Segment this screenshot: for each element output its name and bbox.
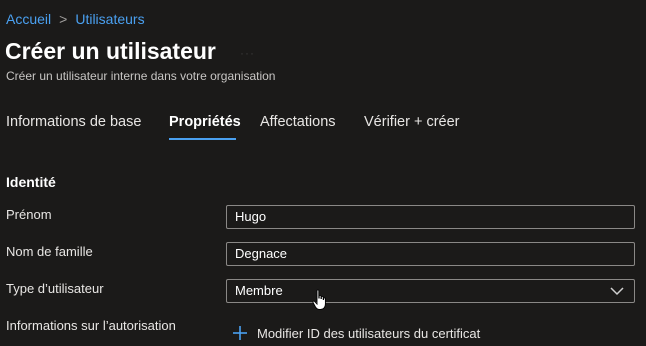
breadcrumb-users-link[interactable]: Utilisateurs <box>75 11 144 27</box>
page-subtitle: Créer un utilisateur interne dans votre … <box>6 69 276 83</box>
section-title-identity: Identité <box>6 174 56 190</box>
last-name-label: Nom de famille <box>6 244 93 259</box>
edit-certificate-user-ids-label: Modifier ID des utilisateurs du certific… <box>257 325 481 341</box>
tab-assignments[interactable]: Affectations <box>260 114 336 142</box>
user-type-selected-value: Membre <box>235 283 283 298</box>
active-tab-indicator <box>169 138 236 140</box>
more-options-icon[interactable]: ··· <box>240 46 255 60</box>
tab-basics[interactable]: Informations de base <box>6 114 141 142</box>
breadcrumb-home-link[interactable]: Accueil <box>6 11 51 27</box>
create-user-page: Accueil > Utilisateurs Créer un utilisat… <box>0 0 646 346</box>
hand-cursor-icon <box>312 289 326 310</box>
first-name-label: Prénom <box>6 207 52 222</box>
page-title: Créer un utilisateur <box>5 38 216 64</box>
plus-icon <box>233 326 247 340</box>
chevron-down-icon <box>610 287 624 296</box>
user-type-label: Type d’utilisateur <box>6 281 104 296</box>
edit-certificate-user-ids-link[interactable]: Modifier ID des utilisateurs du certific… <box>232 325 480 341</box>
chevron-right-icon: > <box>59 11 68 27</box>
tab-review-create[interactable]: Vérifier + créer <box>364 114 460 142</box>
user-type-select[interactable]: Membre <box>226 279 635 303</box>
breadcrumb: Accueil > Utilisateurs <box>6 11 145 27</box>
authorization-info-label: Informations sur l’autorisation <box>6 318 176 333</box>
first-name-field[interactable]: Hugo <box>226 205 635 229</box>
wizard-tabs: Informations de base Propriétés Affectat… <box>6 114 646 146</box>
last-name-field[interactable]: Degnace <box>226 242 635 266</box>
